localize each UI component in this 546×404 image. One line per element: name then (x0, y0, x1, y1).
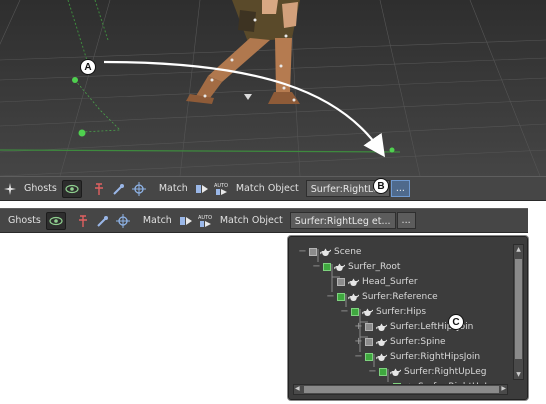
collapse-icon[interactable]: − (298, 246, 307, 257)
tree-horizontal-scrollbar[interactable]: ◀ ▶ (293, 384, 508, 395)
collapse-icon[interactable]: − (368, 366, 377, 377)
tree-item-checkbox[interactable] (365, 322, 373, 331)
teapot-icon (320, 247, 334, 257)
tree-item-label: Surfer:Spine (390, 336, 446, 347)
viewport-scene (0, 0, 546, 176)
teapot-icon (376, 322, 390, 332)
match-object-browse-button[interactable]: ... (390, 180, 410, 197)
ghosts-label: Ghosts (24, 183, 57, 194)
tree-item-label: Surfer:RightUpLeg (404, 366, 487, 377)
tree-item-label: Surfer:RightHipsJoin (390, 351, 481, 362)
collapse-icon[interactable]: − (312, 261, 321, 272)
tree-item-checkbox[interactable] (365, 337, 373, 346)
eye-icon[interactable] (45, 211, 66, 230)
callout-badge-c: C (448, 314, 464, 330)
tree-item-label: Surfer:Reference (362, 291, 438, 302)
match-object-popup: − Scene − Surfer_Root Head_Surfer − Surfer:Ref… (287, 235, 529, 401)
pin-icon[interactable] (74, 213, 92, 229)
vertical-scroll-thumb[interactable] (515, 259, 522, 359)
animation-toolbar-bottom: Ghosts Match AUTO Match Object Surfer:Ri… (0, 208, 528, 233)
tree-item[interactable]: + Surfer:Spine (354, 334, 446, 349)
svg-text:AUTO: AUTO (198, 215, 212, 221)
tree-item-checkbox[interactable] (309, 247, 317, 256)
collapse-icon[interactable]: − (354, 351, 363, 362)
expand-icon[interactable]: + (354, 321, 363, 332)
match-icon[interactable] (177, 213, 195, 229)
horizontal-scroll-thumb[interactable] (304, 386, 499, 393)
tree-item[interactable]: − Surfer:Reference (326, 289, 438, 304)
crosshair-icon[interactable] (114, 213, 132, 229)
svg-text:AUTO: AUTO (214, 183, 228, 189)
auto-match-icon[interactable]: AUTO (213, 181, 231, 197)
tree-item[interactable]: Head_Surfer (326, 274, 418, 289)
collapse-icon[interactable]: − (326, 291, 335, 302)
match-icon[interactable] (193, 181, 211, 197)
teapot-icon (362, 307, 376, 317)
tree-item-label: Head_Surfer (362, 276, 418, 287)
scroll-up-icon[interactable]: ▲ (514, 246, 523, 253)
tree-item-label: Surfer_Root (348, 261, 401, 272)
auto-match-icon[interactable]: AUTO (197, 213, 215, 229)
tree-item[interactable]: − Surfer:Hips (340, 304, 426, 319)
scroll-down-icon[interactable]: ▼ (514, 371, 523, 378)
teapot-icon (390, 367, 404, 377)
scene-tree: − Scene − Surfer_Root Head_Surfer − Surfer:Ref… (288, 240, 510, 392)
eye-icon[interactable] (61, 179, 82, 198)
eyedropper-icon[interactable] (94, 213, 112, 229)
collapse-icon[interactable]: − (340, 306, 349, 317)
tree-vertical-scrollbar[interactable]: ▲ ▼ (513, 244, 524, 380)
match-object-label: Match Object (235, 183, 299, 194)
scroll-right-icon[interactable]: ▶ (501, 385, 506, 392)
teapot-icon (348, 277, 362, 287)
teapot-icon (376, 352, 390, 362)
3d-viewport[interactable] (0, 0, 546, 176)
effector-marker[interactable] (72, 77, 78, 83)
teapot-icon (348, 292, 362, 302)
callout-badge-a: A (80, 59, 96, 75)
crosshair-icon[interactable] (130, 181, 148, 197)
tree-item[interactable]: − Surfer:RightHipsJoin (354, 349, 480, 364)
match-object-browse-button[interactable]: ... (396, 212, 416, 229)
callout-badge-b: B (373, 178, 389, 194)
match-label: Match (158, 183, 188, 194)
tree-item-checkbox[interactable] (337, 277, 345, 286)
effector-marker[interactable] (389, 147, 395, 153)
spark-icon[interactable] (1, 181, 19, 197)
tree-item-checkbox[interactable] (337, 292, 345, 301)
teapot-icon (376, 337, 390, 347)
tree-item[interactable]: − Surfer_Root (312, 259, 400, 274)
tree-item-checkbox[interactable] (379, 367, 387, 376)
tree-item-label: Surfer:Hips (376, 306, 427, 317)
effector-marker[interactable] (78, 129, 86, 137)
match-label: Match (142, 215, 172, 226)
teapot-icon (334, 262, 348, 272)
animation-toolbar-top: Ghosts Match AUTO Match Object Surfer:Ri… (0, 176, 546, 201)
tree-item-checkbox[interactable] (351, 307, 359, 316)
expand-icon[interactable]: + (354, 336, 363, 347)
eyedropper-icon[interactable] (110, 181, 128, 197)
tree-item[interactable]: − Scene (298, 244, 361, 259)
scroll-left-icon[interactable]: ◀ (295, 385, 300, 392)
tree-item-checkbox[interactable] (365, 352, 373, 361)
ghosts-label: Ghosts (8, 215, 41, 226)
tree-item-checkbox[interactable] (323, 262, 331, 271)
tree-item-label: Scene (334, 246, 362, 257)
pin-icon[interactable] (90, 181, 108, 197)
tree-item[interactable]: − Surfer:RightUpLeg (368, 364, 487, 379)
match-object-field[interactable]: Surfer:RightLeg et... (289, 212, 396, 229)
match-object-label: Match Object (219, 215, 283, 226)
